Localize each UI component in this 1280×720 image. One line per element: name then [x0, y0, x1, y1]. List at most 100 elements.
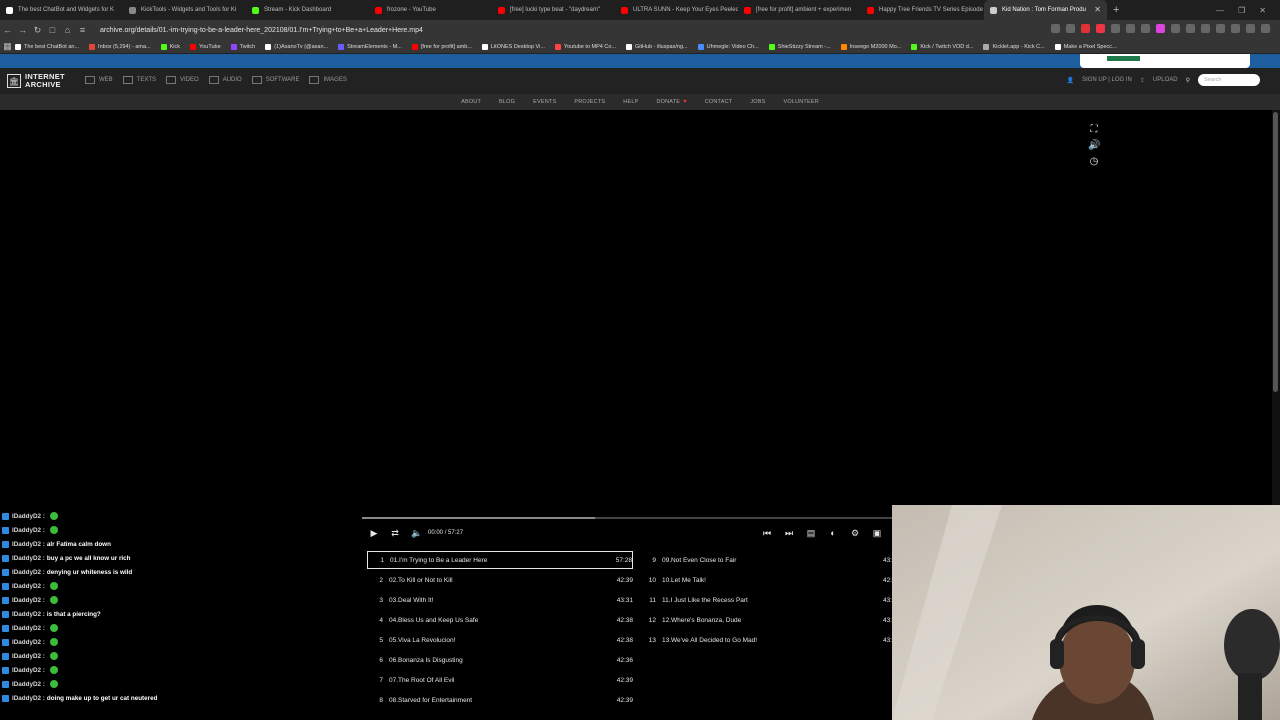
upload-link[interactable]: UPLOAD [1153, 77, 1178, 83]
browser-tab[interactable]: [free for profit] ambient + experimen [738, 0, 861, 20]
home-icon[interactable]: ⌂ [60, 25, 75, 35]
bookmark-icon[interactable]: □ [45, 25, 60, 35]
forward-icon[interactable]: → [15, 25, 30, 35]
browser-tab[interactable]: [free] lucki type beat - "daydream" [492, 0, 615, 20]
bookmark-item[interactable]: StreamElements - M... [338, 43, 402, 50]
bookmark-item[interactable]: Inbox (5,294) - ama... [89, 43, 151, 50]
playlist-item[interactable]: 7 07.The Root Of All Evil 42:39 [367, 671, 633, 689]
bookmark-item[interactable]: Twitch [230, 43, 255, 50]
browser-tab[interactable]: Happy Tree Friends TV Series Episode [861, 0, 984, 20]
pip-icon[interactable]: ▣ [870, 523, 884, 543]
bookmark-item[interactable]: (1)AsanoTv (@asan... [265, 43, 328, 50]
next-icon[interactable]: ⏭ [782, 523, 796, 543]
media-nav-item[interactable]: SOFTWARE [251, 76, 299, 84]
signup-login-link[interactable]: SIGN UP | LOG IN [1082, 77, 1132, 83]
scrollbar-thumb[interactable] [1273, 112, 1278, 392]
banner-button[interactable] [1107, 56, 1140, 61]
playlist-item[interactable]: 10 10.Let Me Talk! 42: [640, 571, 892, 589]
bookmark-item[interactable]: The best ChatBot an... [15, 43, 79, 50]
extension-icon[interactable] [1216, 24, 1225, 33]
extension-icon[interactable] [1066, 24, 1075, 33]
sub-nav-link[interactable]: CONTACT [705, 99, 733, 105]
browser-tab[interactable]: Stream - Kick Dashboard [246, 0, 369, 20]
playlist-item[interactable]: 12 12.Where's Bonanza, Dude 43: [640, 611, 892, 629]
bookmark-item[interactable]: Kick [160, 43, 180, 50]
sub-nav-link[interactable]: JOBS [750, 99, 765, 105]
new-tab-button[interactable]: + [1113, 4, 1119, 16]
playlist-item[interactable]: 8 08.Starved for Entertainment 42:39 [367, 691, 633, 709]
extension-icon[interactable] [1126, 24, 1135, 33]
sub-nav-link[interactable]: BLOG [499, 99, 515, 105]
captions-icon[interactable]: ◐ [826, 523, 840, 543]
volume-control-icon[interactable]: 🔈 [410, 523, 424, 543]
close-window-icon[interactable]: ✕ [1259, 6, 1266, 15]
reload-icon[interactable]: ↻ [30, 25, 45, 36]
playlist-item[interactable]: 6 06.Bonanza Is Disgusting 42:36 [367, 651, 633, 669]
url-field[interactable]: archive.org/details/01.-im-trying-to-be-… [100, 27, 423, 34]
playlist-item[interactable]: 5 05.Viva La Revolucion! 42:38 [367, 631, 633, 649]
extension-icon[interactable] [1171, 24, 1180, 33]
search-input[interactable]: Search [1198, 74, 1260, 86]
play-icon[interactable]: ▶ [367, 523, 381, 543]
browser-tab[interactable]: Kid Nation : Tom Forman Produ ✕ [984, 0, 1107, 20]
playlist-item[interactable]: 11 11.I Just Like the Recess Part 43: [640, 591, 892, 609]
back-icon[interactable]: ← [0, 25, 15, 35]
cast-icon[interactable]: ▤ [804, 523, 818, 543]
video-player[interactable] [0, 110, 1272, 518]
extension-icon[interactable] [1156, 24, 1165, 33]
browser-tab[interactable]: The best ChatBot and Widgets for K [0, 0, 123, 20]
media-nav-item[interactable]: IMAGES [309, 76, 347, 84]
extension-icon[interactable] [1051, 24, 1060, 33]
playlist-item[interactable]: 1 01.I'm Trying to Be a Leader Here 57:28 [367, 551, 633, 569]
bookmark-item[interactable]: Youtube to MP4 Co... [554, 43, 616, 50]
repeat-icon[interactable]: ⇄ [388, 523, 402, 543]
bookmark-item[interactable]: Kick / Twitch VOD d... [911, 43, 973, 50]
restore-icon[interactable]: ❐ [1238, 6, 1245, 15]
volume-icon[interactable]: 🔊 [1088, 140, 1100, 152]
media-nav-item[interactable]: WEB [85, 76, 113, 84]
fullscreen-icon[interactable]: ⛶ [1088, 124, 1100, 136]
extension-icon[interactable] [1111, 24, 1120, 33]
previous-icon[interactable]: ⏮ [760, 523, 774, 543]
bookmark-item[interactable]: Uhmegle: Video Ch... [697, 43, 759, 50]
archive-logo[interactable]: 🏛 INTERNET ARCHIVE [7, 73, 65, 89]
extension-icon[interactable] [1246, 24, 1255, 33]
minimize-icon[interactable]: — [1216, 6, 1224, 15]
search-icon[interactable]: ⚲ [1186, 77, 1190, 84]
playlist-item[interactable]: 9 09.Not Even Close to Fair 43: [640, 551, 892, 569]
extension-icon[interactable] [1096, 24, 1105, 33]
close-tab-icon[interactable]: ✕ [1094, 5, 1101, 14]
extension-icon[interactable] [1201, 24, 1210, 33]
extension-icon[interactable] [1231, 24, 1240, 33]
progress-bar[interactable] [362, 517, 892, 519]
bookmark-item[interactable]: Make a Pixel Specc... [1054, 43, 1117, 50]
bookmark-item[interactable]: ShieStizzy Stream -... [768, 43, 831, 50]
browser-tab[interactable]: KickTools - Widgets and Tools for Ki [123, 0, 246, 20]
browser-tab[interactable]: frozone - YouTube [369, 0, 492, 20]
playlist-item[interactable]: 3 03.Deal With It! 43:31 [367, 591, 633, 609]
sub-nav-link[interactable]: PROJECTS [574, 99, 605, 105]
extension-icon[interactable] [1141, 24, 1150, 33]
media-nav-item[interactable]: VIDEO [166, 76, 199, 84]
media-nav-item[interactable]: TEXTS [122, 76, 156, 84]
clock-icon[interactable]: ◷ [1088, 156, 1100, 168]
extension-icon[interactable] [1081, 24, 1090, 33]
sub-nav-link[interactable]: HELP [623, 99, 638, 105]
sub-nav-link[interactable]: ABOUT [461, 99, 481, 105]
profile-icon[interactable] [1261, 24, 1270, 33]
sub-nav-link[interactable]: EVENTS [533, 99, 556, 105]
playlist-item[interactable]: 13 13.We've All Decided to Go Mad! 43: [640, 631, 892, 649]
bookmark-item[interactable]: Inseego M2000 Mo... [840, 43, 901, 50]
bookmark-item[interactable]: LitONES Desktop Vi... [481, 43, 545, 50]
playlist-item[interactable]: 2 02.To Kill or Not to Kill 42:39 [367, 571, 633, 589]
extension-icon[interactable] [1186, 24, 1195, 33]
apps-icon[interactable]: ▦ [0, 41, 15, 52]
sub-nav-link[interactable]: VOLUNTEER [783, 99, 818, 105]
bookmark-item[interactable]: Kicklet.app - Kick C... [983, 43, 1045, 50]
browser-tab[interactable]: ULTRA SUNN - Keep Your Eyes Peeled [615, 0, 738, 20]
bookmark-item[interactable]: [free for profit] amb... [411, 43, 472, 50]
bookmark-item[interactable]: GitHub - illuspas/ng... [626, 43, 688, 50]
site-info-icon[interactable]: ≡ [75, 25, 90, 35]
sub-nav-link[interactable]: DONATE [656, 99, 680, 105]
media-nav-item[interactable]: AUDIO [208, 76, 242, 84]
